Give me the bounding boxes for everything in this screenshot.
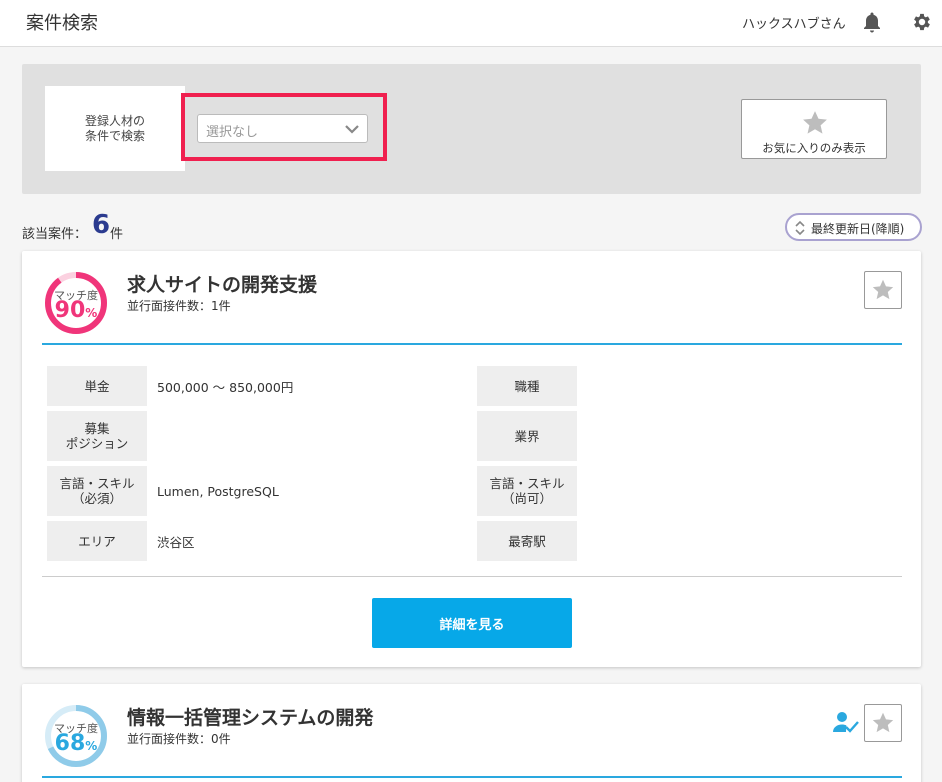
favorite-button[interactable] [864, 271, 902, 309]
industry-label: 業界 [477, 411, 577, 461]
station-label: 最寄駅 [477, 521, 577, 561]
skills-required-value: Lumen, PostgreSQL [157, 483, 279, 499]
search-condition-label: 登録人材の 条件で検索 [84, 113, 145, 143]
search-panel: 登録人材の 条件で検索 選択なし お気に入りのみ表示 [22, 64, 921, 194]
area-label: エリア [47, 521, 147, 561]
job-card: マッチ度 90% 求人サイトの開発支援 並行面接件数：1件 単金 500,000… [22, 251, 921, 667]
star-icon [872, 279, 894, 300]
match-value: 90% [44, 298, 108, 323]
match-value: 68% [44, 731, 108, 756]
candidate-select-value: 選択なし [206, 125, 259, 140]
sort-arrows-icon [795, 220, 805, 236]
gear-icon[interactable] [911, 11, 933, 33]
user-name[interactable]: ハックスハブさん [742, 13, 846, 32]
job-type-label: 職種 [477, 366, 577, 406]
favorites-only-button[interactable]: お気に入りのみ表示 [741, 99, 887, 159]
title-divider [42, 343, 902, 345]
result-count-label: 該当案件： [22, 227, 88, 242]
skills-required-label: 言語・スキル （必須） [47, 466, 147, 516]
match-number: 68 [54, 731, 86, 756]
star-icon [872, 712, 894, 733]
job-title[interactable]: 情報一括管理システムの開発 [127, 703, 373, 730]
search-condition-label-box: 登録人材の 条件で検索 [45, 86, 185, 171]
card-divider [42, 576, 902, 577]
bell-icon[interactable] [862, 11, 882, 33]
app-header: 案件検索 ハックスハブさん [0, 0, 942, 47]
area-value: 渋谷区 [157, 534, 195, 550]
position-label: 募集 ポジション [47, 411, 147, 461]
favorites-only-label: お気に入りのみ表示 [762, 141, 866, 155]
candidate-select[interactable]: 選択なし [197, 114, 368, 143]
view-details-button[interactable]: 詳細を見る [372, 598, 572, 648]
match-number: 90 [54, 298, 86, 323]
skills-optional-label: 言語・スキル （尚可） [477, 466, 577, 516]
match-percent: % [85, 739, 98, 753]
job-title[interactable]: 求人サイトの開発支援 [127, 270, 317, 297]
star-icon [803, 111, 827, 134]
job-interview-count: 並行面接件数：1件 [127, 299, 231, 313]
title-divider [42, 776, 902, 778]
job-card: マッチ度 68% 情報一括管理システムの開発 並行面接件数：0件 [22, 684, 921, 782]
page-title: 案件検索 [26, 13, 98, 34]
result-count: 6 [92, 210, 111, 240]
result-count-row: 該当案件： 6 件 最終更新日(降順) [22, 208, 922, 242]
job-interview-count: 並行面接件数：0件 [127, 732, 231, 746]
favorite-button[interactable] [864, 704, 902, 742]
user-check-icon [833, 712, 859, 733]
match-percent: % [85, 306, 98, 320]
chevron-down-icon [345, 125, 359, 134]
sort-button[interactable]: 最終更新日(降順) [785, 213, 922, 241]
result-count-unit: 件 [110, 227, 124, 242]
price-label: 単金 [47, 366, 147, 406]
sort-label: 最終更新日(降順) [811, 222, 905, 236]
price-value: 500,000 ～ 850,000円 [157, 379, 294, 395]
